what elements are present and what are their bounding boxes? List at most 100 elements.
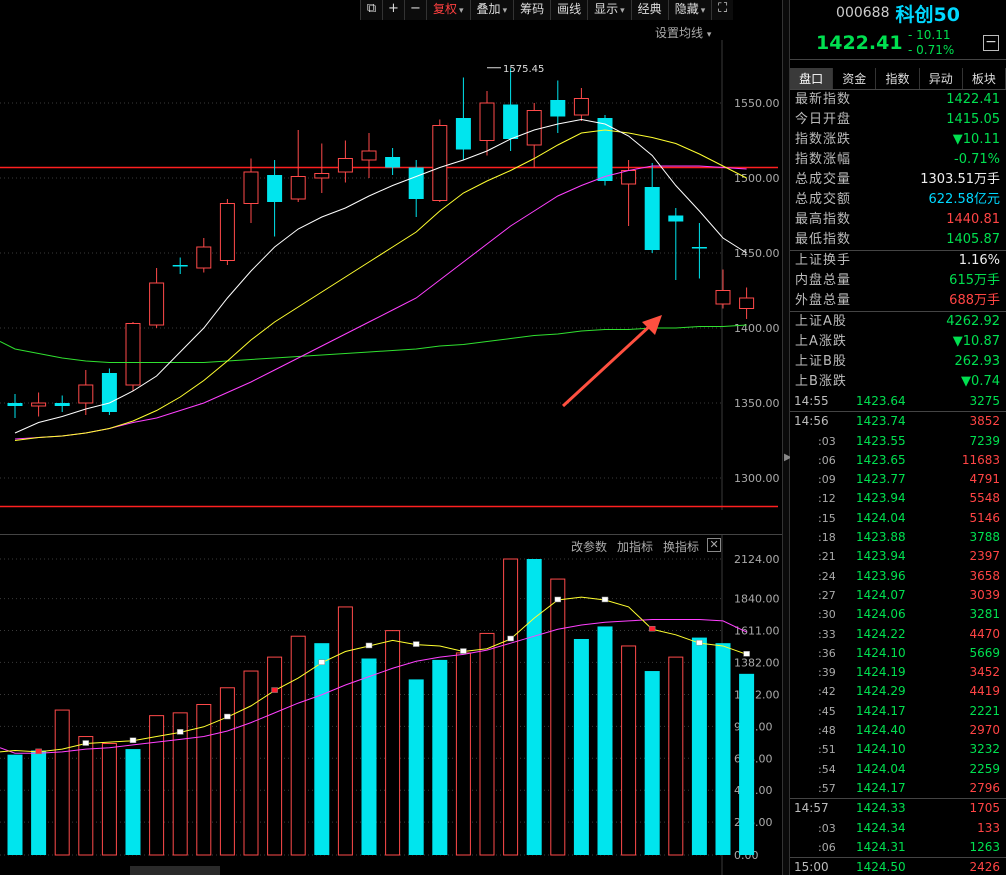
trade-time: 14:57 xyxy=(794,801,829,816)
trade-row: :24 1423.96 3658 xyxy=(790,567,1006,586)
trade-row: :42 1424.29 4419 xyxy=(790,682,1006,701)
volume-bar xyxy=(621,645,637,856)
trade-price: 1424.04 xyxy=(856,510,906,525)
stat-value: 622.58亿元 xyxy=(928,192,1001,207)
display-dropdown[interactable]: 显示 ▾ xyxy=(587,0,631,20)
change-percent: - 0.71% xyxy=(908,43,955,57)
trade-price: 1424.06 xyxy=(856,607,906,622)
chevron-down-icon: ▾ xyxy=(700,6,706,16)
trade-volume: 4470 xyxy=(969,626,1000,641)
candle-body xyxy=(573,98,589,116)
stat-label: 总成交量 xyxy=(795,172,852,187)
trade-row: :39 1424.19 3452 xyxy=(790,663,1006,682)
stat-value: 1303.51万手 xyxy=(920,172,1000,187)
candle-body xyxy=(337,158,353,173)
trade-price: 1423.88 xyxy=(856,530,906,545)
candle-body xyxy=(361,150,377,161)
candle-body xyxy=(644,187,660,250)
trade-time: :12 xyxy=(818,492,836,506)
trade-time: :24 xyxy=(818,569,836,583)
trade-volume: 2796 xyxy=(969,780,1000,795)
trading-window: { "toolbar": { "icon1": "⧉", "plus": "+"… xyxy=(0,0,1006,875)
tick-trades-list[interactable]: 14:55 1423.64 3275 14:56 1423.74 3852:03 1423.… xyxy=(790,392,1006,875)
window-icon[interactable]: ⧉ xyxy=(360,0,382,20)
y-tick-label: 1400.00 xyxy=(734,322,780,335)
volume-bar xyxy=(479,632,495,856)
trade-price: 1424.34 xyxy=(856,820,906,835)
mavol-marker xyxy=(176,729,184,735)
tab-4[interactable]: 板块 xyxy=(963,68,1006,89)
change-value: - 10.11 xyxy=(908,28,951,42)
volume-bar xyxy=(361,658,377,855)
candle-body xyxy=(7,403,23,406)
trade-volume: 3452 xyxy=(969,665,1000,680)
trade-price: 1424.10 xyxy=(856,645,906,660)
y-tick-label: 1840.00 xyxy=(734,593,780,606)
fullscreen-icon[interactable]: ⛶ xyxy=(711,0,733,20)
volume-bar xyxy=(455,652,471,856)
collapse-button[interactable]: − xyxy=(983,35,999,51)
hide-dropdown[interactable]: 隐藏 ▾ xyxy=(667,0,712,20)
volume-bar xyxy=(219,687,235,856)
kline-chart[interactable]: 1550.001500.001450.001400.001350.001300.… xyxy=(0,40,782,510)
chips-button[interactable]: 筹码 xyxy=(513,0,550,20)
trade-row: :12 1423.94 5548 xyxy=(790,489,1006,508)
trade-row: :03 1423.55 7239 xyxy=(790,432,1006,451)
candle-body xyxy=(267,175,283,202)
candle-body xyxy=(196,246,212,269)
stat-label: 内盘总量 xyxy=(795,273,852,288)
trade-row: :33 1424.22 4470 xyxy=(790,625,1006,644)
stat-value: 1440.81 xyxy=(946,212,1000,227)
trade-volume: 2970 xyxy=(969,723,1000,738)
trade-price: 1424.50 xyxy=(856,860,906,875)
volume-chart[interactable]: 2124.001840.001611.001382.001152.00923.0… xyxy=(0,535,782,875)
zoom-in-button[interactable]: + xyxy=(382,0,404,20)
trade-time: :48 xyxy=(818,724,836,738)
mavol-marker xyxy=(412,641,420,647)
mavol-marker xyxy=(743,651,750,657)
trade-row: :09 1423.77 4791 xyxy=(790,470,1006,489)
trade-time: :45 xyxy=(818,704,836,718)
mavol-marker xyxy=(601,596,609,603)
ma5-line xyxy=(14,118,747,434)
trade-volume: 3039 xyxy=(969,587,1000,602)
mavol-marker xyxy=(460,648,467,654)
trade-price: 1424.17 xyxy=(856,780,906,795)
draw-line-button[interactable]: 画线 xyxy=(550,0,587,20)
date-scroll-strip[interactable] xyxy=(130,866,220,875)
y-tick-label: 2124.00 xyxy=(734,553,780,566)
candle-body xyxy=(691,247,707,249)
trade-time: :18 xyxy=(818,531,836,545)
trade-row: :57 1424.17 2796 xyxy=(790,779,1006,798)
trade-price: 1424.33 xyxy=(856,801,906,816)
stat-label: 指数涨跌 xyxy=(795,132,852,147)
tab-3[interactable]: 异动 xyxy=(920,68,963,89)
stat-label: 总成交额 xyxy=(795,192,852,207)
trade-volume: 2221 xyxy=(969,703,1000,718)
candle-body xyxy=(172,265,188,267)
tab-0[interactable]: 盘口 xyxy=(790,68,834,89)
trade-volume: 1263 xyxy=(969,839,1000,854)
overlay-dropdown[interactable]: 叠加 ▾ xyxy=(469,0,514,20)
stat-label: 最高指数 xyxy=(795,212,852,227)
mavol-marker xyxy=(271,687,278,693)
trade-price: 1423.64 xyxy=(856,394,906,408)
set-ma-button[interactable]: 设置均线 ▾ xyxy=(655,24,711,41)
trade-row: :45 1424.17 2221 xyxy=(790,702,1006,721)
panel-splitter[interactable]: ▶ xyxy=(782,0,792,875)
y-tick-label: 1300.00 xyxy=(734,472,780,485)
fuquan-dropdown[interactable]: 复权 ▾ xyxy=(426,0,470,20)
candle-body xyxy=(385,157,401,168)
stat-value: 1422.41 xyxy=(946,92,1000,107)
candle-body xyxy=(290,176,306,200)
candle-body xyxy=(54,403,70,406)
candle-body xyxy=(526,110,542,146)
mavol-marker xyxy=(648,625,656,632)
classic-button[interactable]: 经典 xyxy=(630,0,668,20)
zoom-out-button[interactable]: − xyxy=(404,0,426,20)
tab-2[interactable]: 指数 xyxy=(876,68,920,89)
trade-price: 1423.77 xyxy=(856,472,906,487)
tab-1[interactable]: 资金 xyxy=(833,68,877,89)
instrument-name: 科创50 xyxy=(895,3,960,26)
stat-label: 最新指数 xyxy=(795,92,852,107)
